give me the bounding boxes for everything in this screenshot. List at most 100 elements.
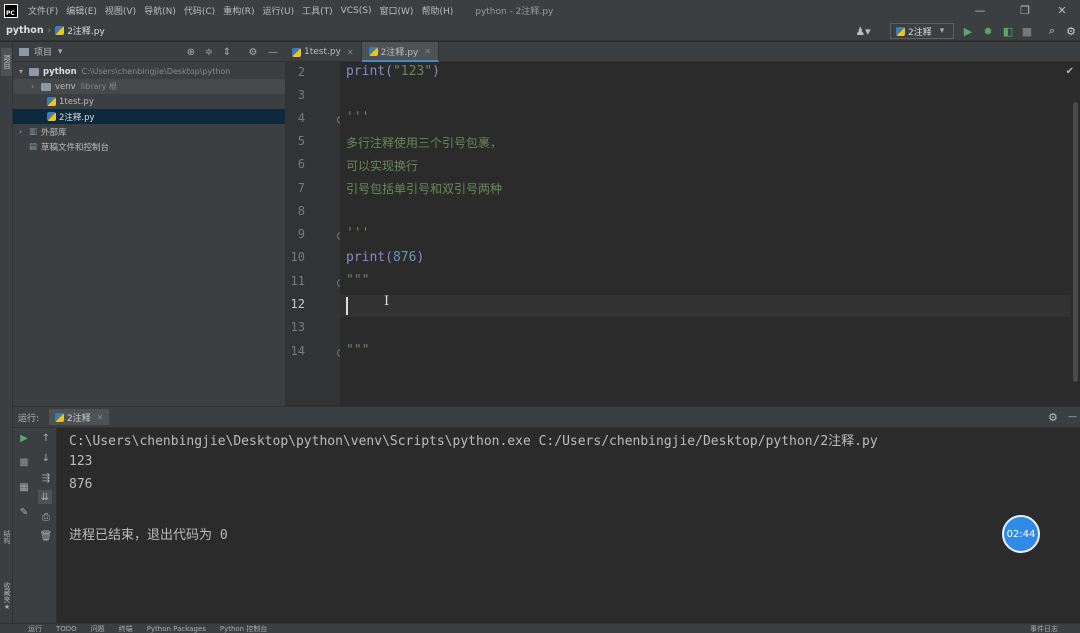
menu-window[interactable]: 窗口(W) <box>376 4 418 17</box>
print-icon[interactable]: ⎙ <box>39 510 53 524</box>
settings-icon[interactable]: ⚙ <box>1048 411 1058 424</box>
python-file-icon <box>47 97 56 106</box>
line-number: 13 <box>290 320 305 334</box>
project-panel: 项目 ▾ ⊕ ≑ ⇕ ⚙ — ▾ python C:\Users\chenbin… <box>13 42 285 406</box>
chevron-right-icon[interactable]: › <box>31 82 41 91</box>
tab-1test[interactable]: 1test.py ✕ <box>285 42 362 62</box>
tree-item-scratches[interactable]: ▤ 草稿文件和控制台 <box>13 139 285 154</box>
search-icon[interactable]: ⌕ <box>1045 24 1059 38</box>
run-console[interactable]: C:\Users\chenbingjie\Desktop\python\venv… <box>57 428 1080 623</box>
tree-item-path: C:\Users\chenbingjie\Desktop\python <box>81 67 231 76</box>
structure-tool-button[interactable]: 结构 <box>1 530 12 556</box>
status-python-console[interactable]: Python 控制台 <box>220 624 268 633</box>
menu-code[interactable]: 代码(C) <box>180 4 219 17</box>
status-terminal[interactable]: 终端 <box>119 624 133 633</box>
code-editor[interactable]: print("123") ''' 多行注释使用三个引号包裹， 可以实现换行 引号… <box>340 62 1080 405</box>
menu-navigate[interactable]: 导航(N) <box>140 4 180 17</box>
code-line-5: 多行注释使用三个引号包裹， <box>346 136 503 150</box>
trash-icon[interactable]: 🗑 <box>39 529 53 543</box>
run-icon[interactable]: ▶ <box>961 24 975 38</box>
chevron-down-icon[interactable]: ▾ <box>58 47 63 57</box>
project-panel-header: 项目 ▾ ⊕ ≑ ⇕ ⚙ — <box>13 42 285 62</box>
up-arrow-icon[interactable]: ↑ <box>39 431 53 445</box>
menu-tools[interactable]: 工具(T) <box>298 4 337 17</box>
minimize-icon[interactable]: — <box>960 0 1000 21</box>
code-line-10: print(876) <box>346 250 424 265</box>
collapse-all-icon[interactable]: ⇕ <box>221 45 233 59</box>
python-file-icon <box>47 112 56 121</box>
menu-vcs[interactable]: VCS(S) <box>337 6 376 16</box>
user-icon[interactable]: ♟▾ <box>855 24 870 38</box>
hide-panel-icon[interactable]: — <box>1068 412 1077 422</box>
close-tab-icon[interactable]: ✕ <box>347 48 354 57</box>
menu-help[interactable]: 帮助(H) <box>417 4 457 17</box>
stop-icon[interactable]: ■ <box>17 455 31 469</box>
text-caret <box>346 297 348 315</box>
layout-icon[interactable]: ▦ <box>17 480 31 494</box>
timer-badge[interactable]: 02:44 <box>1002 515 1040 553</box>
project-tool-button[interactable]: 项目 <box>1 48 12 76</box>
settings-icon[interactable]: ⚙ <box>1064 24 1078 38</box>
code-line-9: ''' <box>346 226 370 241</box>
run-toolbar: ▶ ↑ ■ ↓ ⇶ ▦ ⇊ ✎ ⎙ 🗑 <box>13 428 57 623</box>
code-line-4: ''' <box>346 110 370 125</box>
menu-view[interactable]: 视图(V) <box>101 4 140 17</box>
line-number-gutter[interactable]: 2 3 4 5 6 7 8 9 10 11 12 13 14 <box>285 62 345 405</box>
expand-all-icon[interactable]: ≑ <box>203 45 215 59</box>
tree-item-python[interactable]: ▾ python C:\Users\chenbingjie\Desktop\py… <box>13 64 285 79</box>
soft-wrap-icon[interactable]: ⇶ <box>39 471 53 485</box>
down-arrow-icon[interactable]: ↓ <box>39 451 53 465</box>
code-line-14: """ <box>346 343 370 358</box>
python-file-icon <box>55 412 65 422</box>
chevron-right-icon[interactable]: › <box>19 127 29 136</box>
breadcrumb-file[interactable]: 2注释.py <box>67 24 105 37</box>
tree-item-2zhushi[interactable]: 2注释.py <box>13 109 285 124</box>
breadcrumb-project[interactable]: python <box>6 25 44 36</box>
code-token: print( <box>346 64 393 79</box>
breadcrumb-separator: › <box>47 25 52 36</box>
tree-item-venv[interactable]: › venv library 根 <box>13 79 285 94</box>
menu-file[interactable]: 文件(F) <box>24 4 62 17</box>
menu-edit[interactable]: 编辑(E) <box>62 4 101 17</box>
hide-panel-icon[interactable]: — <box>267 45 279 59</box>
editor-scrollbar[interactable] <box>1073 102 1078 382</box>
status-python-packages[interactable]: Python Packages <box>147 625 206 633</box>
menu-bar: PC 文件(F) 编辑(E) 视图(V) 导航(N) 代码(C) 重构(R) 运… <box>0 0 1080 21</box>
inspection-ok-icon[interactable]: ✔ <box>1066 66 1074 77</box>
favorites-tool-button[interactable]: 收藏夹★ <box>1 582 12 622</box>
status-run[interactable]: 运行 <box>28 624 42 633</box>
project-panel-title[interactable]: 项目 <box>34 45 52 58</box>
status-event-log[interactable]: 事件日志 <box>1030 624 1058 633</box>
scroll-to-end-icon[interactable]: ⇊ <box>38 490 52 504</box>
editor-tab-bar: 1test.py ✕ 2注释.py ✕ <box>285 42 1080 62</box>
rerun-icon[interactable]: ▶ <box>17 431 31 445</box>
run-config-select[interactable]: 2注释 ▾ <box>890 23 954 39</box>
close-tab-icon[interactable]: ✕ <box>97 413 104 422</box>
tree-item-path: library 根 <box>80 82 117 91</box>
chevron-down-icon[interactable]: ▾ <box>19 67 29 76</box>
options-gear-icon[interactable]: ⚙ <box>247 45 259 59</box>
tree-item-1test[interactable]: 1test.py <box>13 94 285 109</box>
tree-item-external-libraries[interactable]: › ▥ 外部库 <box>13 124 285 139</box>
run-tab[interactable]: 2注释 ✕ <box>49 409 110 425</box>
line-number: 6 <box>297 157 305 171</box>
tree-item-label: 2注释.py <box>59 112 95 123</box>
maximize-icon[interactable]: ❐ <box>1005 0 1045 21</box>
close-tab-icon[interactable]: ✕ <box>424 47 431 56</box>
status-todo[interactable]: TODO <box>56 625 77 633</box>
pin-icon[interactable]: ✎ <box>17 505 31 519</box>
menu-run[interactable]: 运行(U) <box>258 4 298 17</box>
coverage-icon[interactable]: ◧ <box>1001 24 1015 38</box>
current-line-highlight <box>340 295 1070 317</box>
line-number: 14 <box>290 344 305 358</box>
status-problems[interactable]: 问题 <box>91 624 105 633</box>
close-window-icon[interactable]: ✕ <box>1042 0 1080 21</box>
stop-icon[interactable]: ■ <box>1020 24 1034 38</box>
tab-2zhushi[interactable]: 2注释.py ✕ <box>361 42 439 62</box>
window-title: python - 2注释.py <box>475 7 554 17</box>
locate-icon[interactable]: ⊕ <box>185 45 197 59</box>
tree-item-label: 草稿文件和控制台 <box>41 142 110 153</box>
debug-icon[interactable]: ✹ <box>981 24 995 38</box>
menu-refactor[interactable]: 重构(R) <box>219 4 258 17</box>
code-token: "123" <box>392 64 433 79</box>
